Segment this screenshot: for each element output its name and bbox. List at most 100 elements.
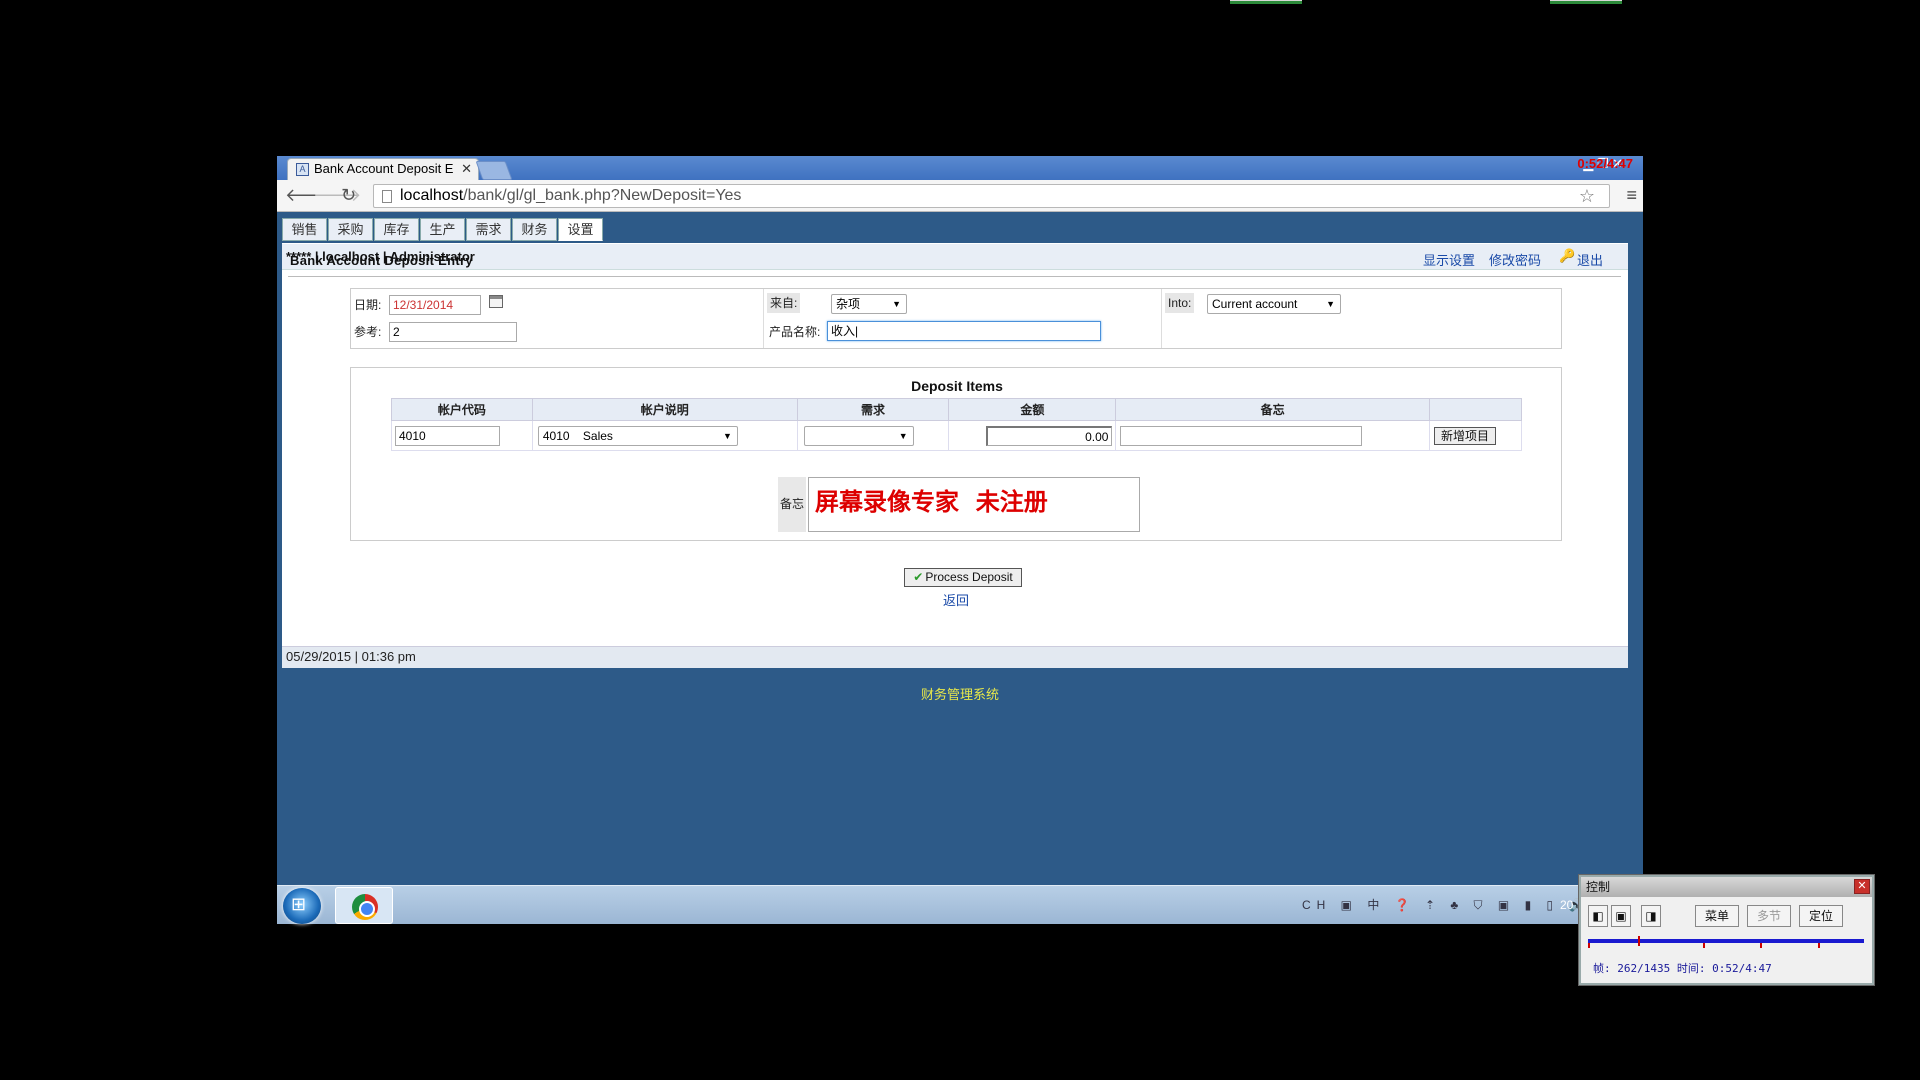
- tab-finance[interactable]: 财务: [512, 218, 557, 241]
- column-header-action: [1429, 398, 1522, 421]
- demand-select[interactable]: ▼: [803, 426, 914, 446]
- account-description-select[interactable]: 4010 Sales ▼: [537, 426, 738, 446]
- product-name-input[interactable]: 收入|: [827, 321, 1101, 341]
- tray-clock[interactable]: 20: [1560, 898, 1573, 912]
- prev-frame-button[interactable]: ◧: [1588, 905, 1608, 927]
- into-label: Into:: [1165, 293, 1195, 313]
- browser-tab[interactable]: A Bank Account Deposit E ✕: [287, 158, 479, 180]
- frame-time-readout: 帧: 262/1435 时间: 0:52/4:47: [1593, 962, 1772, 975]
- deposit-items-title: Deposit Items: [911, 378, 1003, 394]
- account-code-input[interactable]: 4010: [395, 426, 500, 446]
- user-status-bar: ***** | localhost | Administrator 显示设置 修…: [282, 244, 1628, 270]
- change-password-link[interactable]: 修改密码: [1489, 250, 1541, 269]
- into-account-select[interactable]: Current account ▼: [1207, 294, 1341, 314]
- table-row: 4010 4010 Sales ▼ ▼ 0.00 新增项目: [391, 420, 1522, 451]
- taskbar-chrome-button[interactable]: [335, 887, 393, 924]
- windows-taskbar: ⊞ CH ▣ 中 ❓ ⇡ ♣ ⛉ ▣ ▮ ▯ 🔊 20: [277, 885, 1643, 924]
- address-bar: 🡐 🡒 ↻ localhost/bank/gl/gl_bank.php?NewD…: [277, 180, 1643, 212]
- reference-label: 参考:: [354, 325, 382, 339]
- memo-label: 备忘: [778, 477, 806, 532]
- table-header-row: 帐户代码 帐户说明 需求 金额 备忘: [391, 398, 1522, 421]
- new-tab-button[interactable]: [475, 161, 513, 180]
- column-header-amount: 金额: [948, 398, 1117, 421]
- cell-action: 新增项目: [1429, 420, 1522, 451]
- browser-tab-title: Bank Account Deposit E: [314, 161, 454, 176]
- chevron-down-icon: ▼: [1326, 299, 1335, 309]
- deposit-header-form: 日期: 12/31/2014 参考: 2 来自: 杂项 ▼ 产品名称: 收入| …: [350, 288, 1562, 349]
- next-frame-button[interactable]: ◨: [1641, 905, 1661, 927]
- control-panel-title: 控制: [1586, 880, 1611, 894]
- cell-account-description: 4010 Sales ▼: [531, 420, 798, 451]
- column-header-memo: 备忘: [1115, 398, 1431, 421]
- system-tray: CH ▣ 中 ❓ ⇡ ♣ ⛉ ▣ ▮ ▯ 🔊: [1302, 898, 1590, 912]
- key-icon: 🔑: [1559, 248, 1576, 263]
- tab-settings[interactable]: 设置: [558, 218, 603, 241]
- reference-input[interactable]: 2: [389, 322, 517, 342]
- calendar-icon[interactable]: [489, 295, 503, 308]
- into-account-value: Current account: [1212, 297, 1298, 311]
- system-name: 财务管理系统: [920, 687, 999, 702]
- track-tick: [1703, 943, 1705, 948]
- locate-button[interactable]: 定位: [1799, 905, 1843, 927]
- date-input[interactable]: 12/31/2014: [389, 295, 481, 315]
- module-tabs: 销售 采购 库存 生产 需求 财务 设置: [282, 213, 1628, 243]
- from-select-value: 杂项: [836, 297, 861, 311]
- page-title: Bank Account Deposit Entry: [290, 253, 473, 268]
- url-host: localhost: [400, 187, 464, 204]
- amount-input[interactable]: 0.00: [986, 426, 1113, 446]
- url-input[interactable]: localhost/bank/gl/gl_bank.php?NewDeposit…: [373, 184, 1610, 208]
- column-divider: [763, 289, 764, 348]
- tab-sales[interactable]: 销售: [282, 218, 327, 241]
- page-footer-datetime: 05/29/2015 | 01:36 pm: [282, 646, 1628, 668]
- track-tick: [1818, 943, 1820, 948]
- browser-tab-strip: A Bank Account Deposit E ✕ ▁ ❐ ✕ 0:52/4:…: [277, 156, 1643, 180]
- playback-progress-track[interactable]: [1588, 939, 1864, 943]
- cell-demand: ▼: [796, 420, 950, 451]
- tab-inventory[interactable]: 库存: [374, 218, 419, 241]
- deposit-items-table: 帐户代码 帐户说明 需求 金额 备忘 4010 4010 Sales ▼ ▼ 0…: [391, 398, 1522, 451]
- close-tab-icon[interactable]: ✕: [461, 159, 472, 179]
- deposit-items-section: Deposit Items 帐户代码 帐户说明 需求 金额 备忘 4010 40…: [350, 367, 1562, 541]
- playback-position-marker[interactable]: [1638, 936, 1640, 946]
- chrome-icon: [352, 894, 378, 920]
- cell-memo: [1115, 420, 1431, 451]
- account-description-value: 4010 Sales: [542, 429, 613, 443]
- memo-textarea[interactable]: 屏幕录像专家 未注册: [808, 477, 1140, 532]
- reload-icon[interactable]: ↻: [341, 186, 356, 204]
- tab-demand[interactable]: 需求: [466, 218, 511, 241]
- from-select[interactable]: 杂项 ▼: [831, 294, 907, 314]
- logout-link[interactable]: 退出: [1577, 250, 1603, 269]
- checkmark-icon: ✔: [913, 570, 924, 584]
- add-item-button[interactable]: 新增项目: [1434, 427, 1497, 445]
- url-path: /bank/gl/gl_bank.php?NewDeposit=Yes: [463, 187, 742, 204]
- chevron-down-icon: ▼: [722, 431, 732, 441]
- start-button[interactable]: ⊞: [283, 888, 321, 924]
- column-header-demand: 需求: [796, 398, 950, 421]
- from-label: 来自:: [767, 293, 801, 313]
- input-language-indicator[interactable]: CH: [1302, 898, 1331, 912]
- stop-button[interactable]: ▣: [1611, 905, 1631, 927]
- product-name-label: 产品名称:: [769, 325, 821, 339]
- browser-window: A Bank Account Deposit E ✕ ▁ ❐ ✕ 0:52/4:…: [277, 156, 1643, 924]
- cell-account-code: 4010: [391, 420, 533, 451]
- close-icon[interactable]: ✕: [1854, 879, 1870, 894]
- multi-section-button: 多节: [1747, 905, 1791, 927]
- tab-manufacturing[interactable]: 生产: [420, 218, 465, 241]
- display-settings-link[interactable]: 显示设置: [1423, 250, 1475, 269]
- back-link[interactable]: 返回: [943, 590, 969, 609]
- recorder-control-panel: 控制 ✕ ◧ ▣ ◨ 菜单 多节 定位 帧: 262/1435 时间: 0:52…: [1579, 875, 1874, 985]
- tab-purchasing[interactable]: 采购: [328, 218, 373, 241]
- page-favicon-icon: A: [296, 163, 309, 176]
- bookmark-star-icon[interactable]: ☆: [1579, 185, 1595, 207]
- process-deposit-label: Process Deposit: [925, 570, 1013, 584]
- memo-input[interactable]: [1120, 426, 1363, 446]
- date-label: 日期:: [354, 298, 382, 312]
- background-window-fragment: [1550, 0, 1622, 4]
- process-deposit-button[interactable]: ✔ Process Deposit: [904, 568, 1022, 587]
- menu-button[interactable]: 菜单: [1695, 905, 1739, 927]
- column-header-account-description: 帐户说明: [531, 398, 798, 421]
- watermark-text: 屏幕录像专家 未注册: [815, 487, 1048, 516]
- page-icon: [382, 190, 392, 203]
- product-name-value: 收入: [831, 324, 856, 338]
- browser-menu-icon[interactable]: ≡: [1626, 185, 1637, 206]
